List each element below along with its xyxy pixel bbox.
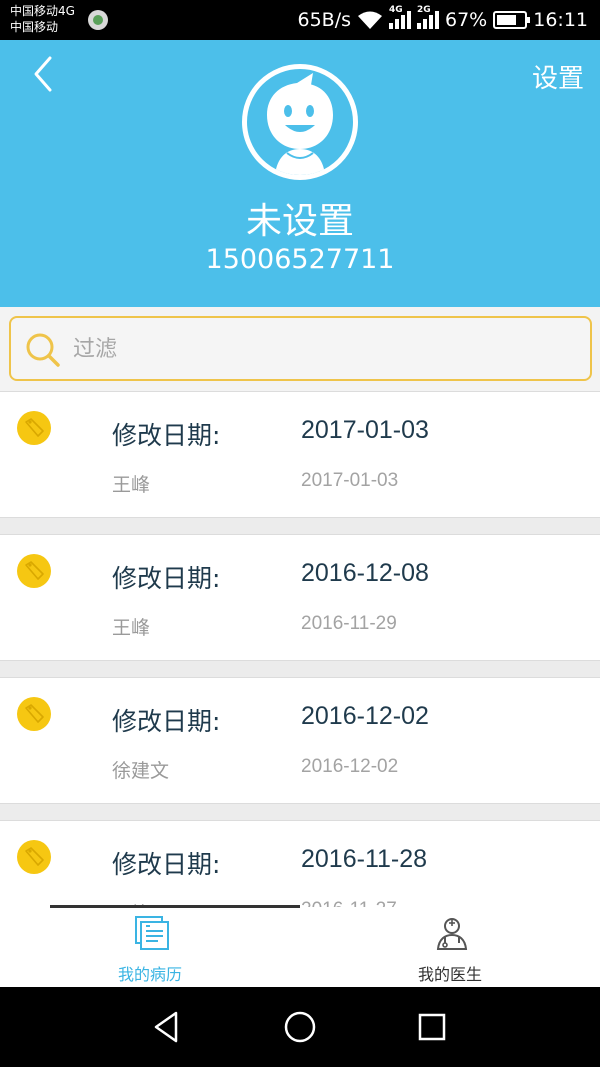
record-card[interactable]: 修改日期: 2016-12-02 徐建文 2016-12-02 [0,677,600,804]
battery-icon [493,11,531,29]
record-card[interactable]: 修改日期: 2016-12-08 王峰 2016-11-29 [0,534,600,661]
modified-date: 2016-11-28 [301,845,428,873]
search-icon [26,333,60,367]
clock: 16:11 [533,9,588,31]
smiley-face-icon [267,73,333,175]
modified-date: 2017-01-03 [301,416,429,444]
search-input[interactable] [73,328,573,370]
user-name: 未设置 [245,201,354,242]
nav-back-button[interactable] [148,1007,188,1047]
created-date: 2016-12-02 [301,756,399,777]
network-speed: 65B/s [297,9,351,31]
modified-date: 2016-12-02 [301,702,429,730]
battery-percent: 67% [445,9,488,31]
home-circle-icon [284,1011,316,1043]
app-notification-icon [88,10,108,30]
status-indicators: 65B/s 4G 2G 67% 16:11 [297,0,588,40]
doctor-name: 王峰 [112,474,151,496]
back-triangle-icon [154,1011,178,1043]
doctor-name: 王峰 [112,617,151,639]
search-bar [0,307,600,391]
carrier-secondary: 中国移动 [10,20,59,34]
created-date: 2016-11-29 [301,613,397,634]
tab-medical-records-label: 我的病历 [117,965,182,984]
search-field[interactable] [9,316,592,381]
tab-my-doctor[interactable]: 我的医生 [300,907,600,987]
tab-medical-records[interactable]: 我的病历 [0,907,300,987]
record-card[interactable]: 修改日期: 2017-01-03 王峰 2017-01-03 [0,391,600,518]
modified-date: 2016-12-08 [301,559,429,587]
signal-4g-icon: 4G [389,5,411,29]
back-button[interactable] [28,52,68,96]
recents-square-icon [418,1013,446,1041]
modified-date-label: 修改日期: [112,850,221,879]
modified-date-label: 修改日期: [112,421,221,450]
tag-icon [17,411,51,445]
doctor-icon [436,918,468,950]
wifi-icon [357,10,383,30]
medical-record-icon [135,916,169,950]
status-bar: 中国移动4G 中国移动 65B/s 4G 2G 67% 16:11 [0,0,600,40]
signal-2g-icon: 2G [417,5,439,29]
carrier-primary: 中国移动4G [10,4,75,18]
bottom-tab-bar: 我的病历 我的医生 [0,905,600,987]
modified-date-label: 修改日期: [112,707,221,736]
tag-icon [17,840,51,874]
tag-icon [17,554,51,588]
nav-recents-button[interactable] [412,1007,452,1047]
tag-icon [17,697,51,731]
created-date: 2017-01-03 [301,470,399,491]
settings-button[interactable]: 设置 [532,58,584,95]
carrier-info: 中国移动4G 中国移动 [10,3,75,35]
tab-my-doctor-label: 我的医生 [417,965,482,984]
modified-date-label: 修改日期: [112,564,221,593]
user-phone: 15006527711 [205,244,395,275]
avatar[interactable] [242,64,358,180]
back-arrow-icon [34,56,52,92]
profile-header: 设置 未设置 15006527711 [0,40,600,307]
system-navigation-bar [0,987,600,1067]
doctor-name: 徐建文 [112,760,170,782]
nav-home-button[interactable] [280,1007,320,1047]
